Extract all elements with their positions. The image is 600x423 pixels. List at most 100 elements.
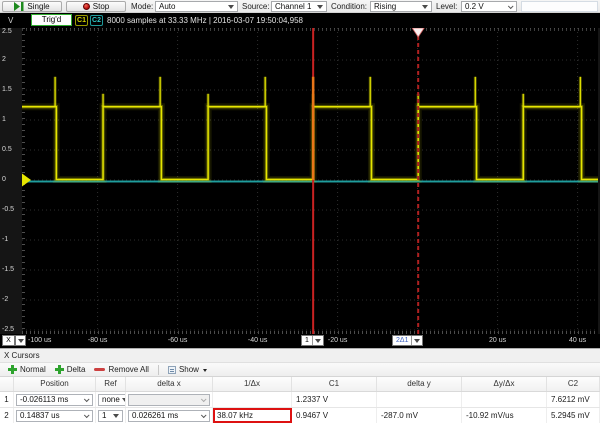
cursor2-c2-value: 5.2945 mV [547, 408, 600, 423]
header-c1: C1 [292, 377, 377, 391]
x-axis-menu-button[interactable]: X [2, 335, 15, 346]
cursor2-c1-value: 0.9467 V [292, 408, 377, 423]
oscilloscope-app: Single Stop Mode: Auto Source: Channel 1… [0, 0, 600, 423]
minus-icon [94, 367, 105, 372]
x-cursors-panel: X Cursors Normal Delta Remove All Show [0, 348, 600, 423]
stop-button[interactable]: Stop [66, 1, 126, 12]
chevron-down-icon [508, 3, 514, 9]
panel-title: X Cursors [0, 349, 600, 362]
x-tick-label: -80 us [84, 337, 112, 344]
waveform-display[interactable]: 2.521.510.50-0.5-1-1.5-2-2.5 [0, 28, 600, 334]
top-toolbar: Single Stop Mode: Auto Source: Channel 1… [0, 0, 600, 13]
level-input[interactable]: 0.2 V [461, 1, 517, 12]
single-button[interactable]: Single [2, 1, 62, 12]
x-tick-label: -20 us [324, 337, 352, 344]
mode-label: Mode: [131, 2, 153, 11]
cursor2-deltax-input[interactable]: 0.026261 ms [128, 410, 210, 422]
chevron-down-icon [201, 412, 207, 418]
cursors-toolbar: Normal Delta Remove All Show [0, 362, 600, 377]
cursor1-c1-value: 1.2337 V [292, 392, 377, 407]
cursor-row-2: 2 0.14837 us 1 0.026261 ms 38.07 kHz 0.9… [0, 408, 600, 423]
y-tick-label: -2 [2, 296, 22, 303]
add-normal-cursor-button[interactable]: Normal [8, 365, 46, 374]
stop-icon [83, 3, 90, 10]
x-axis-menu-arrow[interactable] [15, 335, 26, 346]
single-run-icon [14, 2, 24, 11]
x-axis-bar: X -100 us -80 us -60 us -40 us -20 us 20 us 40… [0, 334, 600, 348]
y-tick-label: -1.5 [2, 266, 22, 273]
cursor1-position-input[interactable]: -0.026113 ms [16, 394, 93, 406]
trigger-status-badge: Trig'd [31, 14, 72, 26]
cursor2-ref-select[interactable]: 1 [98, 410, 123, 422]
x-tick-label: 20 us [484, 337, 512, 344]
remove-all-cursors-button[interactable]: Remove All [94, 365, 148, 374]
cursor1-flag[interactable]: 1 [301, 335, 324, 346]
show-menu-button[interactable]: Show [168, 365, 207, 374]
row2-number: 2 [0, 408, 14, 423]
chevron-down-icon [113, 414, 119, 418]
chevron-down-icon [84, 396, 90, 402]
cursor2-position-input[interactable]: 0.14837 us [16, 410, 93, 422]
condition-label: Condition: [331, 2, 367, 11]
chevron-down-icon [84, 412, 90, 418]
cursor1-c2-value: 7.6212 mV [547, 392, 600, 407]
y-tick-label: 1 [2, 116, 22, 123]
plus-icon [8, 365, 17, 374]
cursor2-delta-y-value: -287.0 mV [377, 408, 462, 423]
y-tick-label: -0.5 [2, 206, 22, 213]
cursor1-deltax-input [128, 394, 210, 406]
chevron-down-icon [317, 5, 323, 9]
add-delta-cursor-button[interactable]: Delta [55, 365, 86, 374]
header-dy-dx: Δy/Δx [462, 377, 547, 391]
channel1-badge[interactable]: C1 [75, 15, 88, 26]
x-tick-label: 40 us [564, 337, 592, 344]
x-tick-label: -100 us [28, 337, 51, 344]
chevron-down-icon [422, 5, 428, 9]
y-tick-label: -1 [2, 236, 22, 243]
cursor1-dy-dx-value [462, 392, 547, 407]
chevron-down-icon [203, 369, 207, 372]
y-axis-unit-label: V [8, 16, 13, 25]
stop-button-label: Stop [93, 2, 109, 11]
trigger-position-marker[interactable] [412, 28, 424, 37]
cursor2-flag[interactable]: 2Δ1 [392, 335, 423, 346]
toolbar-separator [158, 365, 159, 375]
chevron-down-icon [201, 396, 207, 402]
level-label: Level: [436, 2, 457, 11]
y-tick-label: 0 [2, 176, 22, 183]
x-tick-label: -60 us [164, 337, 192, 344]
cursor2-dy-dx-value: -10.92 mV/us [462, 408, 547, 423]
cursor-table-header: Position Ref delta x 1/Δx C1 delta y Δy/… [0, 377, 600, 392]
header-delta-y: delta y [377, 377, 462, 391]
waveform-svg [0, 28, 600, 334]
header-delta-x: delta x [126, 377, 213, 391]
chevron-down-icon [228, 5, 234, 9]
toolbar-blank-field [521, 1, 598, 12]
channel2-badge[interactable]: C2 [90, 15, 103, 26]
source-label: Source: [242, 2, 270, 11]
cursor-row-1: 1 -0.026113 ms none 1.2337 V 7.6212 mV [0, 392, 600, 408]
header-inv-dx: 1/Δx [213, 377, 292, 391]
mode-select[interactable]: Auto [155, 1, 238, 12]
cursor-table: Position Ref delta x 1/Δx C1 delta y Δy/… [0, 377, 600, 423]
y-tick-label: 2 [2, 56, 22, 63]
list-icon [168, 366, 176, 374]
source-select[interactable]: Channel 1 [271, 1, 327, 12]
y-tick-label: 1.5 [2, 86, 22, 93]
row1-number: 1 [0, 392, 14, 407]
single-button-label: Single [27, 2, 49, 11]
cursor2-inv-dx-value-highlighted: 38.07 kHz [213, 408, 292, 423]
condition-select[interactable]: Rising [370, 1, 432, 12]
y-tick-label: 2.5 [2, 28, 22, 35]
cursor1-ref-select[interactable]: none [98, 394, 126, 406]
ch1-level-marker [22, 174, 31, 187]
cursor1-inv-dx-value [213, 392, 292, 407]
chevron-down-icon [18, 339, 24, 343]
plus-icon [55, 365, 64, 374]
capture-info-text: 8000 samples at 33.33 MHz | 2016-03-07 1… [107, 16, 303, 25]
header-position: Position [14, 377, 96, 391]
x-tick-label: -40 us [244, 337, 272, 344]
header-ref: Ref [96, 377, 126, 391]
chevron-down-icon [315, 339, 321, 343]
y-tick-label: -2.5 [2, 326, 22, 333]
